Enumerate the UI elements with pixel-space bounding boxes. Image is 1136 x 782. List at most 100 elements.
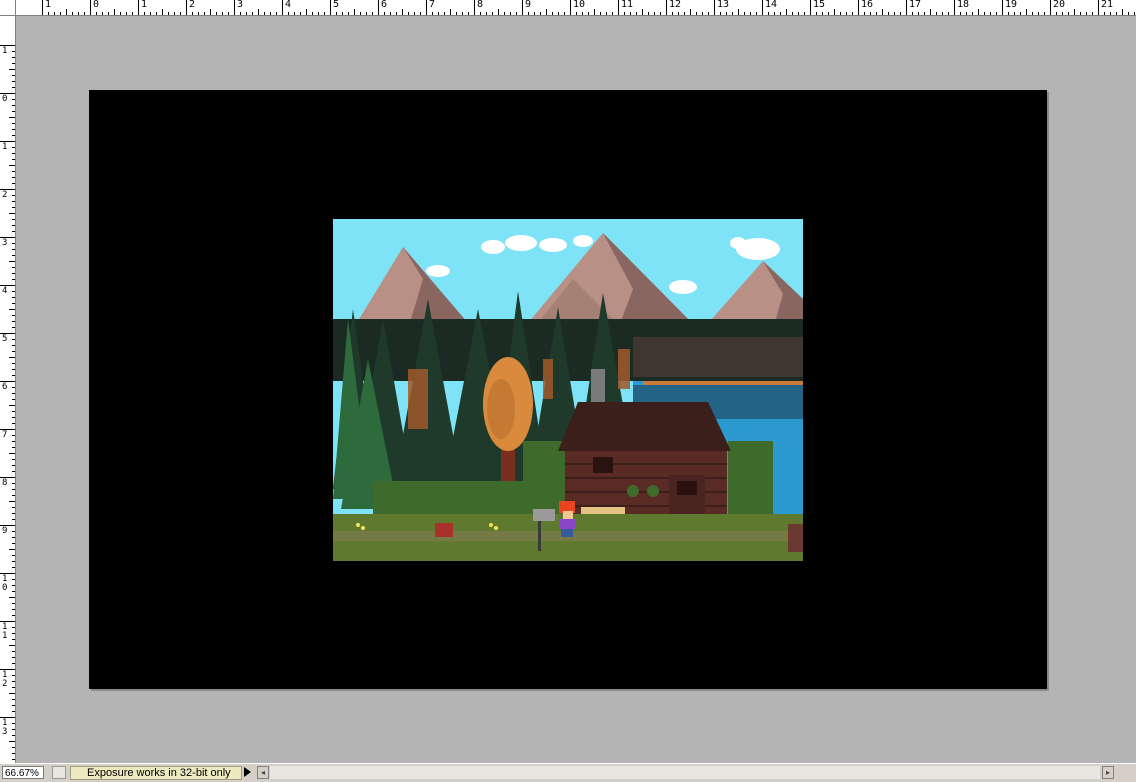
ruler-minor-tick — [1080, 12, 1081, 15]
horizontal-scrollbar-track[interactable] — [270, 766, 1100, 779]
ruler-minor-tick — [12, 723, 15, 724]
ruler-minor-tick — [996, 12, 997, 15]
ruler-minor-tick — [120, 12, 121, 15]
ruler-minor-tick — [12, 375, 15, 376]
ruler-major-tick — [570, 0, 571, 15]
ruler-minor-tick — [9, 69, 15, 70]
ruler-minor-tick — [606, 12, 607, 15]
ruler-label: 1 — [45, 0, 52, 10]
ruler-minor-tick — [1128, 12, 1129, 15]
ruler-minor-tick — [852, 12, 853, 15]
ruler-minor-tick — [444, 12, 445, 15]
ruler-minor-tick — [1116, 12, 1117, 15]
ruler-minor-tick — [438, 12, 439, 15]
ruler-minor-tick — [12, 387, 15, 388]
ruler-major-tick — [1098, 0, 1099, 15]
ruler-major-tick — [618, 0, 619, 15]
ruler-label: 11 — [2, 622, 8, 641]
ruler-minor-tick — [12, 315, 15, 316]
ruler-minor-tick — [12, 687, 15, 688]
ruler-label: 8 — [477, 0, 484, 10]
ruler-minor-tick — [516, 12, 517, 15]
ruler-major-tick — [810, 0, 811, 15]
ruler-label: 18 — [957, 0, 970, 10]
ruler-label: 5 — [2, 334, 8, 344]
ruler-minor-tick — [12, 147, 15, 148]
ruler-minor-tick — [264, 12, 265, 15]
ruler-minor-tick — [12, 591, 15, 592]
ruler-minor-tick — [918, 12, 919, 15]
ruler-label: 14 — [765, 0, 778, 10]
ruler-minor-tick — [12, 75, 15, 76]
ruler-minor-tick — [12, 225, 15, 226]
ruler-minor-tick — [12, 243, 15, 244]
ruler-corner[interactable] — [0, 0, 16, 16]
ruler-minor-tick — [402, 9, 403, 15]
ruler-minor-tick — [12, 123, 15, 124]
ruler-minor-tick — [12, 81, 15, 82]
ruler-major-tick — [1050, 0, 1051, 15]
ruler-major-tick — [234, 0, 235, 15]
ruler-label: 7 — [429, 0, 436, 10]
ruler-minor-tick — [768, 12, 769, 15]
ruler-minor-tick — [1044, 12, 1045, 15]
ruler-minor-tick — [12, 699, 15, 700]
scroll-right-button[interactable]: ▸ — [1102, 766, 1114, 779]
status-clock-icon[interactable] — [52, 766, 66, 779]
ruler-minor-tick — [12, 441, 15, 442]
ruler-minor-tick — [12, 303, 15, 304]
ruler-minor-tick — [12, 531, 15, 532]
ruler-minor-tick — [630, 12, 631, 15]
ruler-minor-tick — [480, 12, 481, 15]
ruler-minor-tick — [642, 9, 643, 15]
ruler-major-tick — [906, 0, 907, 15]
ruler-minor-tick — [774, 12, 775, 15]
ruler-minor-tick — [12, 57, 15, 58]
ruler-minor-tick — [192, 12, 193, 15]
ruler-minor-tick — [9, 405, 15, 406]
ruler-minor-tick — [12, 663, 15, 664]
ruler-minor-tick — [318, 12, 319, 15]
ruler-label: 13 — [2, 718, 8, 737]
ruler-minor-tick — [288, 12, 289, 15]
ruler-minor-tick — [450, 9, 451, 15]
ruler-minor-tick — [690, 9, 691, 15]
ruler-minor-tick — [510, 12, 511, 15]
ruler-minor-tick — [12, 279, 15, 280]
ruler-label: 7 — [2, 430, 8, 440]
ruler-minor-tick — [12, 759, 15, 760]
ruler-minor-tick — [12, 735, 15, 736]
ruler-minor-tick — [846, 12, 847, 15]
scroll-left-button[interactable]: ◂ — [257, 766, 269, 779]
ruler-minor-tick — [1032, 12, 1033, 15]
ruler-minor-tick — [708, 12, 709, 15]
ruler-minor-tick — [144, 12, 145, 15]
ruler-minor-tick — [324, 12, 325, 15]
ruler-label: 15 — [813, 0, 826, 10]
zoom-level-field[interactable]: 66.67% — [2, 766, 44, 779]
ruler-minor-tick — [750, 12, 751, 15]
ruler-label: 3 — [2, 238, 8, 248]
ruler-minor-tick — [486, 12, 487, 15]
ruler-minor-tick — [828, 12, 829, 15]
ruler-minor-tick — [180, 12, 181, 15]
ruler-minor-tick — [9, 549, 15, 550]
ruler-label: 16 — [861, 0, 874, 10]
status-menu-arrow-icon[interactable] — [244, 767, 251, 777]
ruler-minor-tick — [612, 12, 613, 15]
ruler-minor-tick — [306, 9, 307, 15]
ruler-minor-tick — [834, 9, 835, 15]
ruler-label: 11 — [621, 0, 634, 10]
ruler-minor-tick — [12, 327, 15, 328]
ruler-minor-tick — [696, 12, 697, 15]
ruler-minor-tick — [9, 213, 15, 214]
ruler-minor-tick — [156, 12, 157, 15]
horizontal-ruler[interactable]: 1 0 1 2 3 4 5 6 7 8 9 10 11 12 13 14 15 16 17 18 19 20 21 — [0, 0, 1136, 16]
ruler-minor-tick — [294, 12, 295, 15]
ruler-minor-tick — [12, 255, 15, 256]
ruler-minor-tick — [12, 297, 15, 298]
ruler-minor-tick — [9, 117, 15, 118]
ruler-minor-tick — [12, 555, 15, 556]
ruler-minor-tick — [12, 417, 15, 418]
vertical-ruler[interactable]: 1 0 1 2 3 4 5 6 7 8 9 10 11 12 13 — [0, 15, 16, 763]
